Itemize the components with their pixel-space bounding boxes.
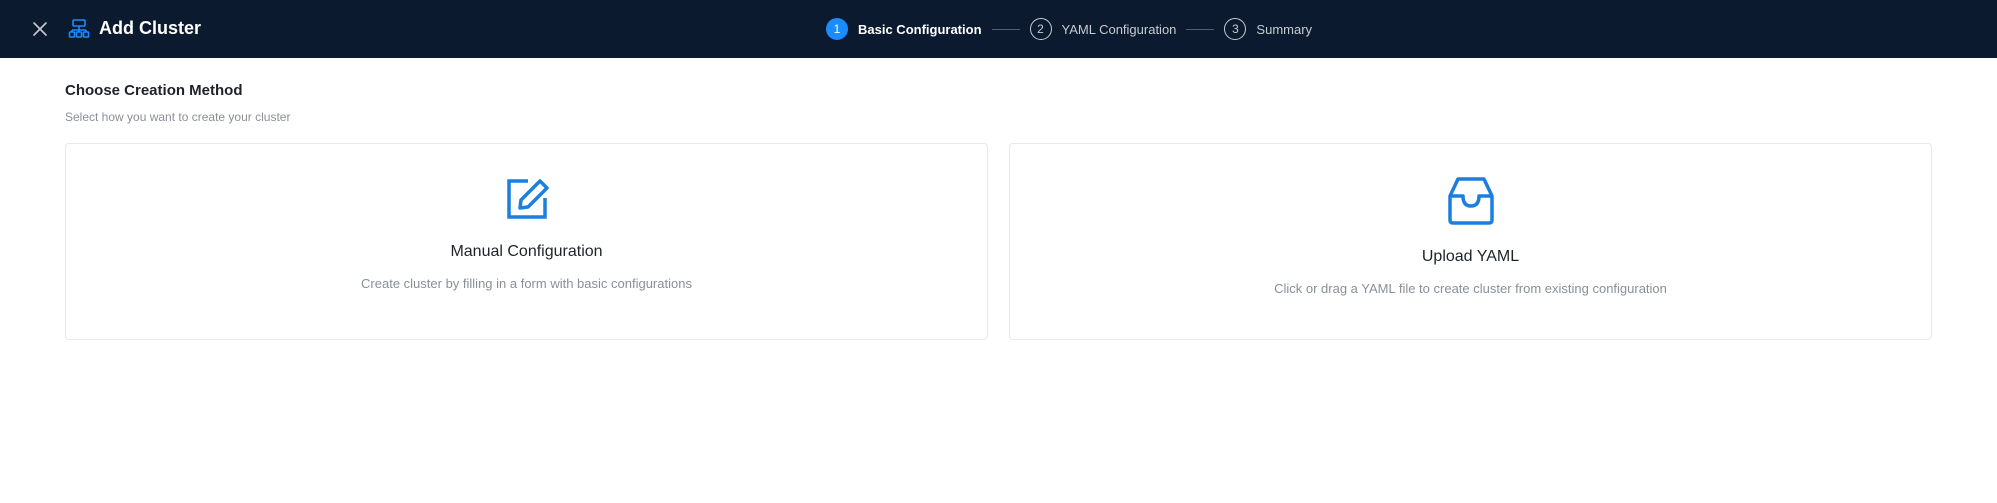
- upload-yaml-card[interactable]: Upload YAML Click or drag a YAML file to…: [1009, 143, 1932, 340]
- manual-configuration-card[interactable]: Manual Configuration Create cluster by f…: [65, 143, 988, 340]
- section-title: Choose Creation Method: [65, 82, 243, 99]
- section-subtitle: Select how you want to create your clust…: [65, 110, 291, 124]
- header-bar: Add Cluster 1 Basic Configuration 2 YAML…: [0, 0, 1997, 58]
- step-number: 3: [1224, 18, 1247, 40]
- page-title: Add Cluster: [99, 18, 202, 38]
- step-number: 1: [826, 18, 848, 40]
- close-button[interactable]: [28, 17, 52, 41]
- step-summary[interactable]: 3 Summary: [1224, 18, 1312, 40]
- card-description: Click or drag a YAML file to create clus…: [1274, 281, 1667, 296]
- step-basic-configuration[interactable]: 1 Basic Configuration: [826, 18, 982, 40]
- step-connector: [1186, 28, 1215, 30]
- cluster-icon: [68, 19, 90, 38]
- step-label: Basic Configuration: [858, 21, 982, 37]
- close-icon[interactable]: [32, 21, 48, 37]
- inbox-icon: [1447, 177, 1494, 225]
- step-label: YAML Configuration: [1061, 21, 1177, 37]
- card-title: Manual Configuration: [450, 243, 603, 260]
- step-number: 2: [1029, 18, 1052, 40]
- edit-icon: [506, 179, 549, 219]
- step-label: Summary: [1256, 21, 1313, 37]
- stepper: 1 Basic Configuration 2 YAML Configurati…: [826, 16, 1312, 42]
- card-description: Create cluster by filling in a form with…: [361, 276, 692, 291]
- step-yaml-configuration[interactable]: 2 YAML Configuration: [1029, 18, 1177, 40]
- step-connector: [991, 28, 1020, 30]
- card-title: Upload YAML: [1421, 248, 1520, 265]
